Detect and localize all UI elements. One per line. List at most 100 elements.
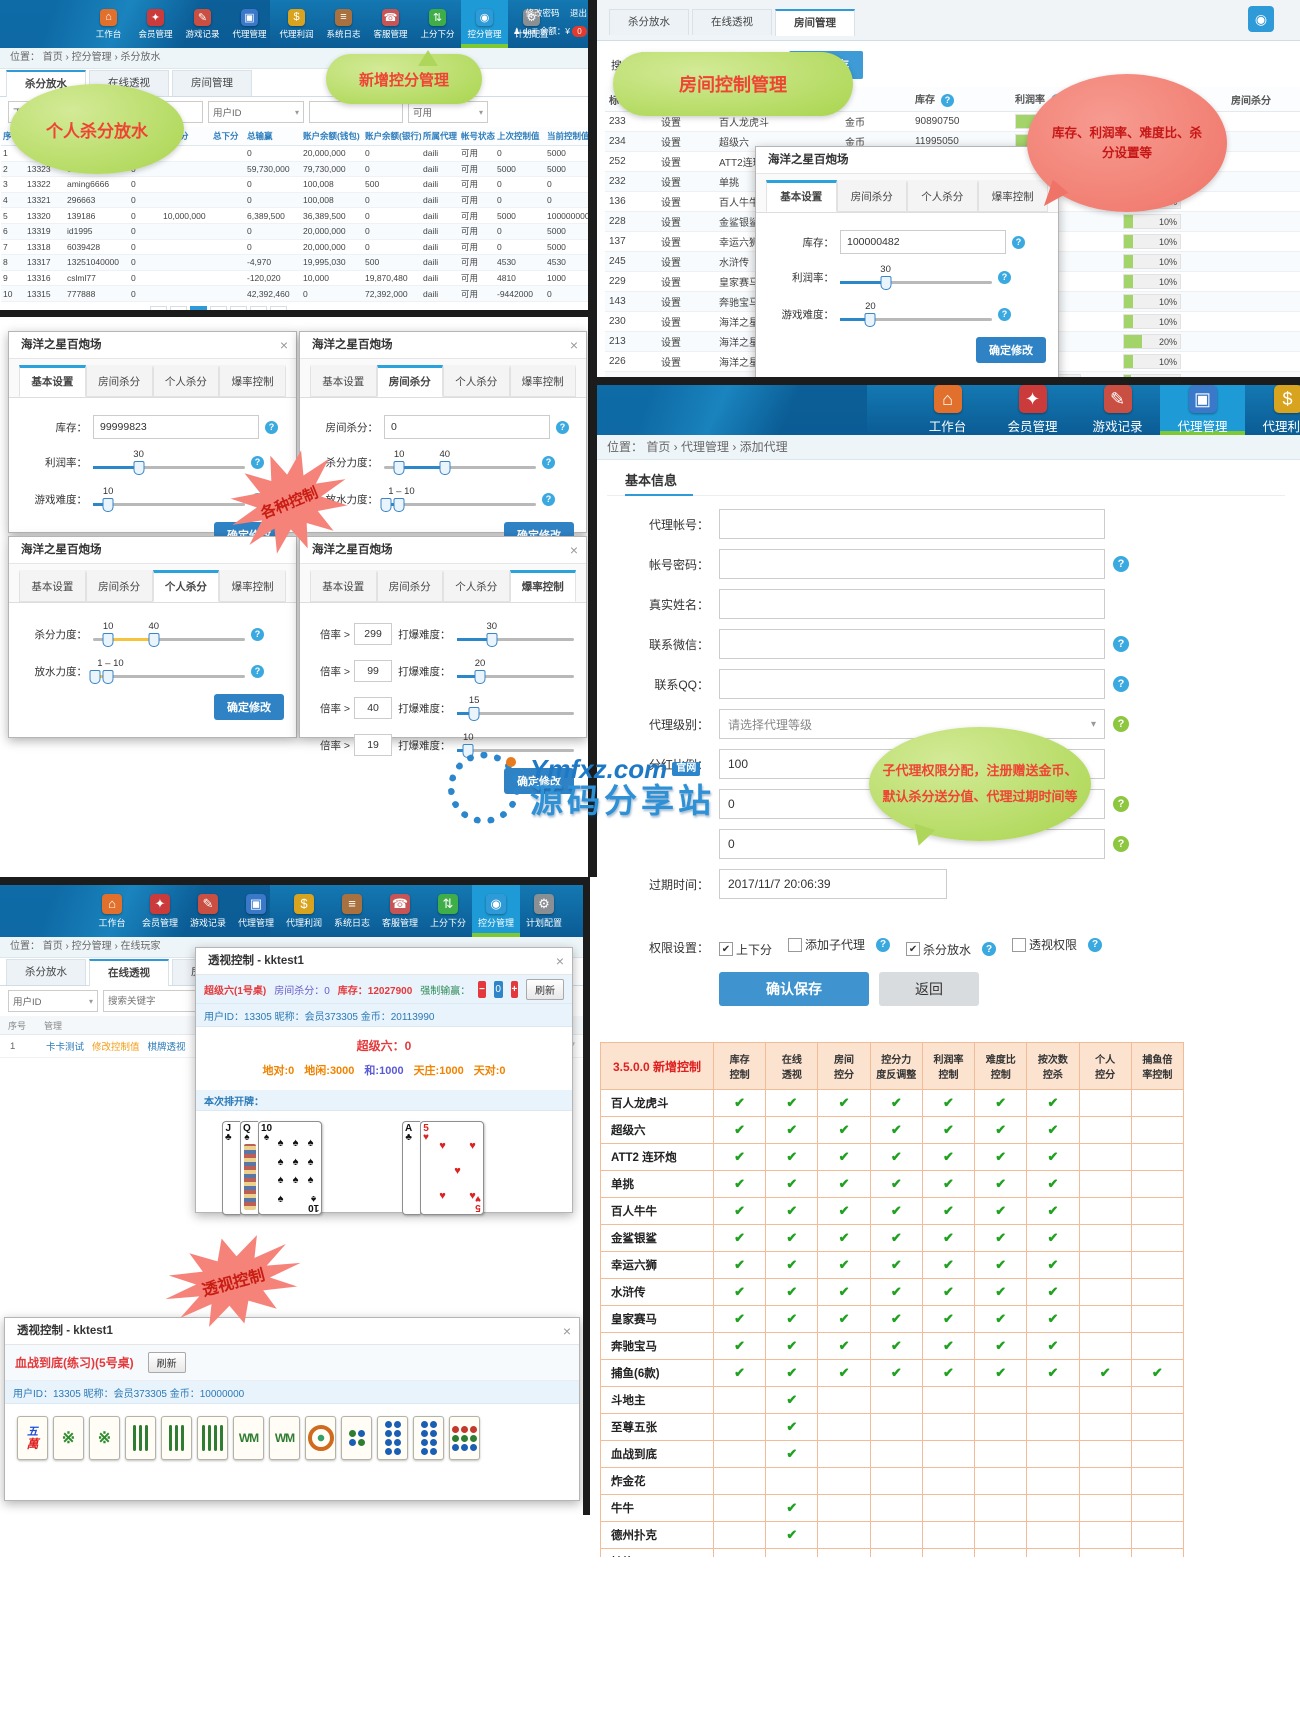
slider-thumb-low[interactable] (103, 633, 114, 647)
status-select[interactable]: 可用▾ (408, 101, 488, 123)
settings-link[interactable]: 设置 (657, 172, 715, 192)
close-icon[interactable]: × (563, 1318, 571, 1344)
slider[interactable]: 20 (840, 300, 992, 328)
form-input[interactable] (719, 509, 1105, 539)
dialog-tab-0[interactable]: 基本设置 (19, 570, 86, 602)
settings-link[interactable]: 设置 (657, 192, 715, 212)
field-input[interactable]: 0 (384, 415, 550, 439)
nav-item-customer-service[interactable]: ☎ 客服管理 (367, 0, 414, 48)
help-icon[interactable]: ? (876, 938, 890, 952)
user-id-input[interactable] (309, 101, 403, 123)
slider-thumb-low[interactable] (394, 461, 405, 475)
checkbox-杀分放水[interactable]: ✔ (906, 942, 920, 956)
help-icon[interactable]: ? (556, 421, 569, 434)
settings-link[interactable]: 设置 (657, 312, 715, 332)
settings-link[interactable]: 设置 (657, 212, 715, 232)
settings-link[interactable]: 设置 (657, 132, 715, 152)
logout-link[interactable]: 退出 (570, 8, 587, 18)
help-icon[interactable]: ? (251, 628, 264, 641)
settings-link[interactable]: 设置 (657, 152, 715, 172)
slider[interactable]: 30 (457, 620, 574, 648)
checkbox-上下分[interactable]: ✔ (719, 942, 733, 956)
help-icon[interactable]: ? (982, 942, 996, 956)
help-icon[interactable]: ? (998, 271, 1011, 284)
nav-item-agent-management[interactable]: ▣ 代理管理 (226, 0, 273, 48)
settings-link[interactable]: 设置 (657, 292, 715, 312)
refresh-button[interactable]: 刷新 (148, 1352, 186, 1373)
slider[interactable]: 30 (93, 448, 245, 476)
slider-thumb[interactable] (865, 313, 876, 327)
dialog-tab-2[interactable]: 个人杀分 (153, 365, 220, 397)
nav-item-game-records[interactable]: ✎ 游戏记录 (1075, 385, 1160, 435)
help-icon[interactable]: ? (1012, 236, 1025, 249)
range-slider[interactable]: 1 – 10 (384, 485, 536, 513)
nav-item-agent-profit[interactable]: $ 代理利润 (1245, 385, 1300, 435)
user-id-select[interactable]: 用户ID▾ (208, 101, 304, 123)
help-icon[interactable]: ? (941, 94, 954, 107)
slider-thumb-low[interactable] (380, 498, 391, 512)
confirm-modify-button[interactable]: 确定修改 (976, 337, 1046, 363)
slider-thumb[interactable] (469, 707, 480, 721)
slider-thumb-low[interactable] (89, 670, 100, 684)
dialog-tab-2[interactable]: 个人杀分 (907, 180, 978, 212)
help-icon[interactable]: ? (998, 308, 1011, 321)
refresh-button[interactable]: 刷新 (526, 979, 564, 1000)
rate-input[interactable]: 40 (354, 697, 392, 719)
nav-item-workbench[interactable]: ⌂ 工作台 (905, 385, 990, 435)
slider-thumb-high[interactable] (439, 461, 450, 475)
nav-item-game-records[interactable]: ✎ 游戏记录 (184, 885, 232, 937)
form-input[interactable] (719, 549, 1105, 579)
tab-1[interactable]: 在线透视 (89, 959, 169, 986)
form-input[interactable] (719, 629, 1105, 659)
help-icon[interactable]: ? (542, 493, 555, 506)
rate-input[interactable]: 99 (354, 660, 392, 682)
dialog-tab-3[interactable]: 爆率控制 (219, 365, 286, 397)
slider[interactable]: 10 (93, 485, 245, 513)
nav-item-members[interactable]: ✦ 会员管理 (136, 885, 184, 937)
tab-0[interactable]: 杀分放水 (6, 959, 86, 985)
close-icon[interactable]: × (570, 537, 578, 563)
field-input[interactable]: 100000482 (840, 230, 1006, 254)
dialog-tab-1[interactable]: 房间杀分 (377, 365, 444, 397)
help-icon[interactable]: ? (1113, 796, 1129, 812)
slider-thumb-high[interactable] (103, 670, 114, 684)
user-id-select[interactable]: 用户ID▾ (8, 990, 98, 1012)
settings-link[interactable]: 设置 (657, 232, 715, 252)
nav-item-plan-config[interactable]: ⚙ 计划配置 (520, 885, 568, 937)
tab-0[interactable]: 杀分放水 (609, 9, 689, 35)
dialog-tab-2[interactable]: 个人杀分 (443, 365, 510, 397)
confirm-save-button[interactable]: 确认保存 (719, 972, 869, 1006)
checkbox-添加子代理[interactable] (788, 938, 802, 952)
board-perspective-link[interactable]: 棋牌透视 (148, 1039, 186, 1053)
dialog-tab-3[interactable]: 爆率控制 (510, 570, 577, 602)
settings-link[interactable]: 设置 (657, 352, 715, 372)
help-icon[interactable]: ? (1113, 676, 1129, 692)
dialog-tab-1[interactable]: 房间杀分 (86, 365, 153, 397)
dialog-tab-0[interactable]: 基本设置 (310, 365, 377, 397)
dialog-tab-1[interactable]: 房间杀分 (377, 570, 444, 602)
dialog-tab-0[interactable]: 基本设置 (766, 180, 837, 212)
dialog-tab-2[interactable]: 个人杀分 (443, 570, 510, 602)
nav-item-system-log[interactable]: ≡ 系统日志 (328, 885, 376, 937)
range-slider[interactable]: 1040 (384, 448, 536, 476)
help-icon[interactable]: ? (1113, 556, 1129, 572)
help-icon[interactable]: ? (542, 456, 555, 469)
tab-2[interactable]: 房间管理 (775, 9, 855, 36)
field-input[interactable]: 99999823 (93, 415, 259, 439)
nav-item-score-control[interactable]: ◉ 控分管理 (472, 885, 520, 937)
window-icon[interactable]: ◉ (1248, 6, 1274, 32)
help-icon[interactable]: ? (251, 665, 264, 678)
slider-thumb[interactable] (880, 276, 891, 290)
decrease-button[interactable]: − (478, 981, 485, 998)
dialog-tab-0[interactable]: 基本设置 (19, 365, 86, 397)
nav-item-score-updown[interactable]: ⇅ 上分下分 (424, 885, 472, 937)
dialog-tab-1[interactable]: 房间杀分 (837, 180, 908, 212)
modify-control-link[interactable]: 修改控制值 (92, 1039, 140, 1053)
settings-link[interactable]: 设置 (657, 252, 715, 272)
form-input[interactable] (719, 669, 1105, 699)
agent-level-select[interactable]: 请选择代理等级▾ (719, 709, 1105, 739)
slider[interactable]: 15 (457, 694, 574, 722)
close-icon[interactable]: × (570, 332, 578, 358)
help-icon[interactable]: ? (265, 421, 278, 434)
increase-button[interactable]: + (511, 981, 518, 998)
